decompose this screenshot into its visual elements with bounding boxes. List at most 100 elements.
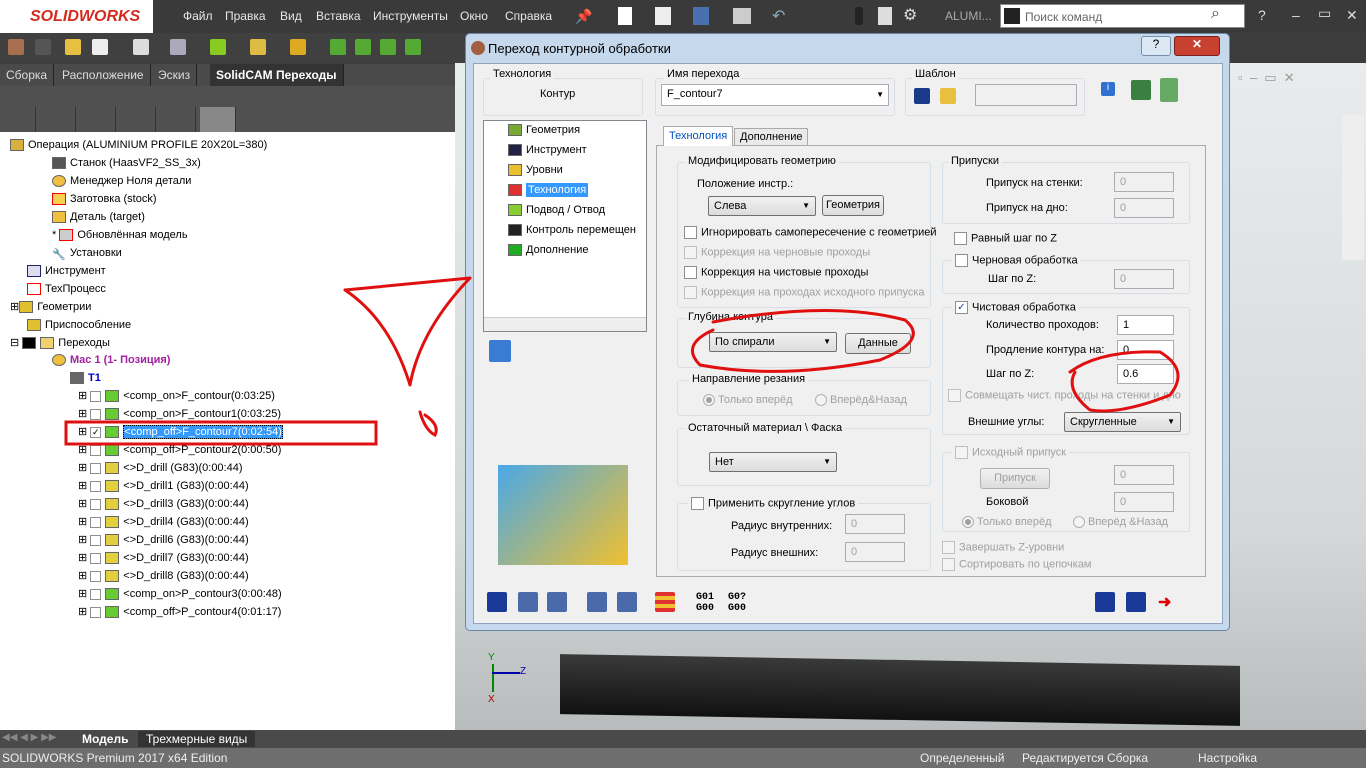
nav-item[interactable]: Инструмент	[508, 144, 587, 160]
calc-icon[interactable]	[330, 39, 346, 55]
open-template-icon[interactable]	[940, 88, 956, 104]
operation-name-combo[interactable]: F_contour7 ▼	[661, 84, 889, 106]
outer-radius-input[interactable]: 0	[845, 542, 905, 562]
tree-operation-item[interactable]: ⊞ <>D_drill6 (G83)(0:00:44)	[78, 532, 249, 548]
dialog-close-button[interactable]: ✕	[1174, 36, 1220, 56]
tree-item-mac[interactable]: Mac 1 (1- Позиция)	[52, 352, 170, 368]
tab-sketch[interactable]: Эскиз	[152, 64, 198, 86]
tree-operation-item[interactable]: ⊞ <>D_drill8 (G83)(0:00:44)	[78, 568, 249, 584]
operation-checkbox[interactable]	[90, 516, 102, 528]
new-icon[interactable]	[92, 39, 108, 55]
restore-button[interactable]: ▭	[1318, 5, 1331, 22]
forward-only-radio[interactable]: Только вперёд	[703, 394, 793, 407]
side-input[interactable]: 0	[1114, 492, 1174, 512]
open-icon[interactable]	[655, 7, 671, 25]
tab-technology[interactable]: Технология	[663, 126, 734, 146]
tab-additional[interactable]: Дополнение	[734, 128, 809, 146]
tree-operation-item[interactable]: ⊞ <>D_drill7 (G83)(0:00:44)	[78, 550, 249, 566]
operation-checkbox[interactable]	[90, 588, 102, 600]
nav-item[interactable]: Технология	[508, 183, 589, 200]
print-icon[interactable]	[733, 8, 751, 24]
rest-material-select[interactable]: Нет	[709, 452, 837, 472]
open-folder-icon[interactable]	[65, 39, 81, 55]
nav-item[interactable]: Уровни	[508, 164, 563, 180]
tree-item-tool-t1[interactable]: T1	[70, 370, 101, 386]
profile-model[interactable]	[560, 654, 1240, 726]
solidcam-icon[interactable]	[8, 39, 24, 55]
fixture-icon[interactable]	[250, 39, 266, 55]
source-forward-back-radio[interactable]: Вперёд &Назад	[1073, 516, 1168, 529]
tree-operation-item[interactable]: ⊞ <>D_drill1 (G83)(0:00:44)	[78, 478, 249, 494]
tree-item-target[interactable]: Деталь (target)	[52, 209, 145, 225]
close-part-icon[interactable]	[133, 39, 149, 55]
nav-item[interactable]: Геометрия	[508, 124, 580, 140]
contour-depth-select[interactable]: По спирали	[709, 332, 837, 352]
dialog-help-button[interactable]: ?	[1141, 36, 1171, 56]
forward-back-radio[interactable]: Вперёд&Назад	[815, 394, 907, 407]
corner-rounding-checkbox[interactable]: Применить скругление углов	[688, 497, 859, 510]
traffic-light-icon[interactable]	[855, 7, 863, 25]
help-button[interactable]: ?	[1258, 7, 1266, 23]
menu-help[interactable]: Справка	[505, 9, 552, 23]
tool-icon[interactable]	[170, 39, 186, 55]
tree-item-settings[interactable]: 🔧 Установки	[52, 245, 122, 261]
tree-item-stock[interactable]: Заготовка (stock)	[52, 191, 157, 207]
tree-operation-item[interactable]: ⊞ <>D_drill3 (G83)(0:00:44)	[78, 496, 249, 512]
tab-solidcam-operations[interactable]: SolidCAM Переходы	[210, 64, 344, 86]
search-icon[interactable]: ⌕	[1211, 5, 1220, 23]
gcode-find-button[interactable]: G0? G00	[728, 592, 746, 614]
tab-model[interactable]: Модель	[78, 731, 132, 747]
operation-icon[interactable]	[210, 39, 226, 55]
nav-horizontal-scrollbar[interactable]	[484, 317, 646, 331]
panel-splitter[interactable]	[0, 86, 455, 105]
simulate-icon[interactable]	[380, 39, 396, 55]
tree-operation-item[interactable]: ⊞ <comp_off>P_contour2(0:00:50)	[78, 442, 281, 458]
source-stock-input[interactable]: 0	[1114, 465, 1174, 485]
contour-extension-input[interactable]: 0	[1117, 340, 1174, 360]
nav-item[interactable]: Подвод / Отвод	[508, 204, 605, 220]
task-pane-tabs[interactable]	[1342, 115, 1364, 260]
exit-icon[interactable]: ➜	[1158, 592, 1178, 612]
gcode-button[interactable]: G01 G00	[696, 592, 714, 614]
nav-item[interactable]: Контроль перемещен	[508, 224, 636, 240]
save-calc-icon[interactable]	[518, 592, 538, 612]
rough-step-input[interactable]: 0	[1114, 269, 1174, 289]
minimize-button[interactable]: –	[1292, 7, 1300, 23]
pick-icon[interactable]	[1160, 78, 1178, 102]
property-tab[interactable]	[40, 107, 76, 132]
sort-chains-checkbox[interactable]: Сортировать по цепочкам	[942, 558, 1092, 571]
operation-checkbox[interactable]	[90, 408, 102, 420]
tree-operation-item[interactable]: ⊞ ✓ <comp_off>F_contour7(0:02:54)	[78, 424, 283, 440]
new-doc-icon[interactable]	[618, 7, 632, 25]
options-list-icon[interactable]	[878, 7, 892, 25]
floor-allowance-input[interactable]: 0	[1114, 198, 1174, 218]
finish-z-levels-checkbox[interactable]: Завершать Z-уровни	[942, 541, 1064, 554]
operation-checkbox[interactable]	[90, 390, 102, 402]
save-new-icon[interactable]	[1095, 592, 1115, 612]
tree-item-updated-model[interactable]: * Обновлённая модель	[52, 227, 188, 243]
tree-operation-item[interactable]: ⊞ <comp_on>P_contour3(0:00:48)	[78, 586, 282, 602]
operation-checkbox[interactable]	[90, 462, 102, 474]
tree-item-operations[interactable]: ⊟ Переходы	[10, 335, 110, 351]
tree-operation-item[interactable]: ⊞ <>D_drill (G83)(0:00:44)	[78, 460, 243, 476]
operation-checkbox[interactable]	[90, 570, 102, 582]
layout-icon[interactable]	[489, 340, 511, 362]
menu-insert[interactable]: Вставка	[316, 9, 361, 23]
tree-item-zero[interactable]: Менеджер Ноля детали	[52, 173, 191, 189]
passes-input[interactable]: 1	[1117, 315, 1174, 335]
search-input[interactable]: Поиск команд	[1025, 10, 1102, 24]
tree-item-tools[interactable]: Инструмент	[27, 263, 106, 279]
tab-assembly[interactable]: Сборка	[0, 64, 55, 86]
save-exit-icon[interactable]	[1126, 592, 1146, 612]
operation-checkbox[interactable]	[90, 498, 102, 510]
menu-view[interactable]: Вид	[280, 9, 302, 23]
tab-3d-views[interactable]: Трехмерные виды	[138, 731, 256, 747]
pin-icon[interactable]: 📌	[575, 8, 592, 25]
source-forward-radio[interactable]: Только вперёд	[962, 516, 1052, 529]
equal-step-checkbox[interactable]: Равный шаг по Z	[954, 232, 1057, 245]
menu-window[interactable]: Окно	[460, 9, 488, 23]
modify-geometry-checkbox[interactable]: Коррекция на проходах исходного припуска	[684, 286, 925, 299]
simulate-icon[interactable]	[655, 592, 675, 612]
tree-item-process[interactable]: ТехПроцесс	[27, 281, 106, 297]
nav-item[interactable]: Дополнение	[508, 244, 588, 260]
